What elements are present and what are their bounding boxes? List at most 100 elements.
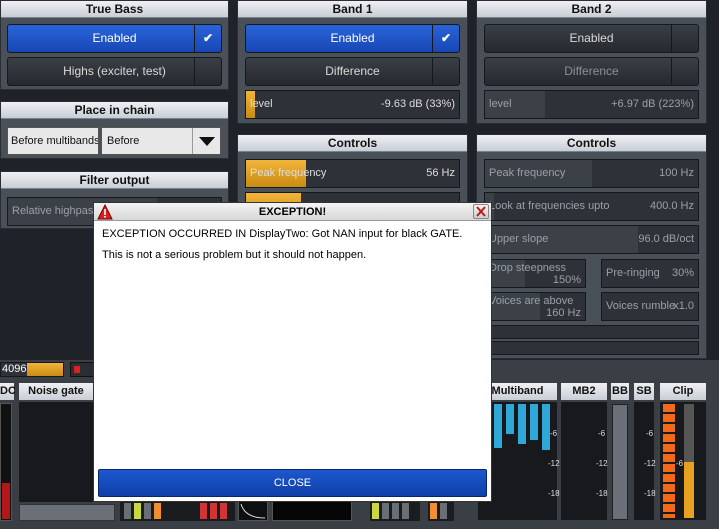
band1-difference-label: Difference: [325, 64, 380, 78]
voices-above-slider[interactable]: Voices are above 160 Hz: [484, 292, 586, 321]
band2-enabled-label: Enabled: [569, 31, 614, 45]
band1-level-slider[interactable]: level -9.63 dB (33%): [245, 90, 460, 119]
sb-tick-6: -6: [646, 429, 654, 438]
place-in-chain-value: Before: [107, 135, 140, 147]
look-at-frequencies-value: 400.0 Hz: [649, 200, 694, 212]
mb2-tick-6: -6: [598, 429, 606, 438]
checkbox-empty-icon: ✔: [671, 25, 698, 52]
controls1-title: Controls: [238, 135, 467, 152]
place-in-chain-select[interactable]: Before: [101, 127, 221, 155]
place-in-chain-title: Place in chain: [1, 102, 228, 119]
clip-section-title: Clip: [660, 383, 706, 400]
controls2-panel: Controls Peak frequency 100 Hz Look at f…: [476, 134, 707, 359]
look-at-frequencies-slider[interactable]: Look at frequencies upto 400.0 Hz: [484, 192, 699, 221]
true-bass-title: True Bass: [1, 1, 228, 18]
band1-level-value: -9.63 dB (33%): [381, 98, 455, 110]
warning-icon: [97, 203, 113, 220]
drop-steepness-slider[interactable]: Drop steepness 150%: [484, 259, 586, 288]
filter-output-title: Filter output: [1, 172, 228, 189]
pre-ringing-slider[interactable]: Pre-ringing 30%: [601, 259, 699, 288]
clip-tick-6: -6: [676, 459, 684, 468]
band1-title: Band 1: [238, 1, 467, 18]
multiband-tick-6: -6: [550, 429, 558, 438]
band2-level-slider[interactable]: level +6.97 dB (223%): [484, 90, 699, 119]
band2-bottom-slider-2[interactable]: [484, 341, 699, 355]
sb-tick-12: -12: [644, 459, 656, 468]
buffer-slider[interactable]: 4096: [0, 362, 64, 377]
true-bass-highs-label: Highs (exciter, test): [63, 64, 166, 78]
close-button[interactable]: CLOSE: [98, 469, 487, 497]
band1-peak-frequency-label: Peak frequency: [250, 167, 327, 179]
band1-difference-button[interactable]: Difference ✔: [245, 57, 460, 86]
band1-level-label: level: [250, 98, 273, 110]
band1-peak-frequency-slider[interactable]: Peak frequency 56 Hz: [245, 159, 460, 188]
band2-peak-frequency-slider[interactable]: Peak frequency 100 Hz: [484, 159, 699, 188]
drop-steepness-value: 150%: [552, 274, 581, 286]
multiband-tick-18: -18: [548, 489, 560, 498]
sb-tick-18: -18: [644, 489, 656, 498]
voices-above-label: Voices are above: [489, 295, 574, 307]
multiband-tick-12: -12: [548, 459, 560, 468]
checkbox-empty-icon: ✔: [671, 58, 698, 85]
voices-rumble-label: Voices rumble: [606, 300, 676, 312]
level-indicators: [120, 501, 235, 521]
upper-slope-label: Upper slope: [489, 233, 549, 245]
band2-panel: Band 2 Enabled ✔ Difference ✔ level +6.9…: [476, 0, 707, 124]
checkbox-empty-icon: ✔: [432, 58, 459, 85]
exception-dialog-title: EXCEPTION!: [258, 206, 327, 218]
voices-above-value: 160 Hz: [546, 307, 581, 319]
upper-slope-value: 96.0 dB/oct: [638, 233, 694, 245]
record-indicator[interactable]: [70, 362, 94, 377]
voices-rumble-value: x1.0: [673, 300, 694, 312]
exception-message-line1: EXCEPTION OCCURRED IN DisplayTwo: Got NA…: [102, 228, 463, 240]
exception-message-line2: This is not a serious problem but it sho…: [102, 249, 367, 261]
checkmark-icon: ✔: [194, 25, 221, 52]
band2-difference-label: Difference: [564, 64, 619, 78]
controls2-title: Controls: [477, 135, 706, 152]
exception-dialog: EXCEPTION! EXCEPTION OCCURRED IN Display…: [93, 202, 492, 502]
exception-dialog-title-bar: EXCEPTION!: [94, 203, 491, 221]
pre-ringing-value: 30%: [671, 267, 694, 279]
dc-section-title: DC: [0, 383, 16, 400]
pre-ringing-label: Pre-ringing: [606, 267, 660, 279]
noise-gate-section-title: Noise gate: [19, 383, 93, 400]
noise-gate-meters: [19, 402, 93, 502]
band1-peak-frequency-value: 56 Hz: [426, 167, 455, 179]
place-in-chain-panel: Place in chain Before multibands Before: [0, 101, 229, 159]
band2-difference-button[interactable]: Difference ✔: [484, 57, 699, 86]
true-bass-enabled-label: Enabled: [92, 31, 137, 45]
small-meter-b: [428, 501, 454, 521]
band2-enabled-button[interactable]: Enabled ✔: [484, 24, 699, 53]
band1-enabled-button[interactable]: Enabled ✔: [245, 24, 460, 53]
gate-curve-display: [238, 501, 268, 521]
small-meter-a: [370, 501, 420, 521]
look-at-frequencies-label: Look at frequencies upto: [489, 200, 610, 212]
band2-peak-frequency-label: Peak frequency: [489, 167, 566, 179]
sb-section-title: SB: [634, 383, 654, 400]
dropdown-arrow-icon: [192, 128, 220, 154]
voices-rumble-slider[interactable]: Voices rumble x1.0: [601, 292, 699, 321]
mb2-tick-12: -12: [596, 459, 608, 468]
band1-panel: Band 1 Enabled ✔ Difference ✔ level -9.6…: [237, 0, 468, 124]
band2-level-label: level: [489, 98, 512, 110]
true-bass-highs-button[interactable]: Highs (exciter, test) ✔: [7, 57, 222, 86]
band2-level-value: +6.97 dB (223%): [611, 98, 694, 110]
true-bass-enabled-button[interactable]: Enabled ✔: [7, 24, 222, 53]
buffer-fill: [27, 363, 63, 376]
bb-meter: [612, 404, 628, 520]
band2-bottom-slider[interactable]: [484, 325, 699, 339]
noise-gate-footer: [19, 504, 115, 521]
checkmark-icon: ✔: [432, 25, 459, 52]
place-in-chain-label: Before multibands: [7, 127, 99, 155]
mb2-section-title: MB2: [561, 383, 607, 400]
band1-enabled-label: Enabled: [330, 31, 375, 45]
band2-title: Band 2: [477, 1, 706, 18]
close-icon[interactable]: [473, 204, 489, 219]
bb-section-title: BB: [611, 383, 629, 400]
true-bass-panel: True Bass Enabled ✔ Highs (exciter, test…: [0, 0, 229, 90]
black-display: [272, 501, 352, 521]
checkbox-empty-icon: ✔: [194, 58, 221, 85]
relative-highpass-label: Relative highpass: [12, 205, 99, 217]
mb2-tick-18: -18: [596, 489, 608, 498]
upper-slope-slider[interactable]: Upper slope 96.0 dB/oct: [484, 225, 699, 254]
